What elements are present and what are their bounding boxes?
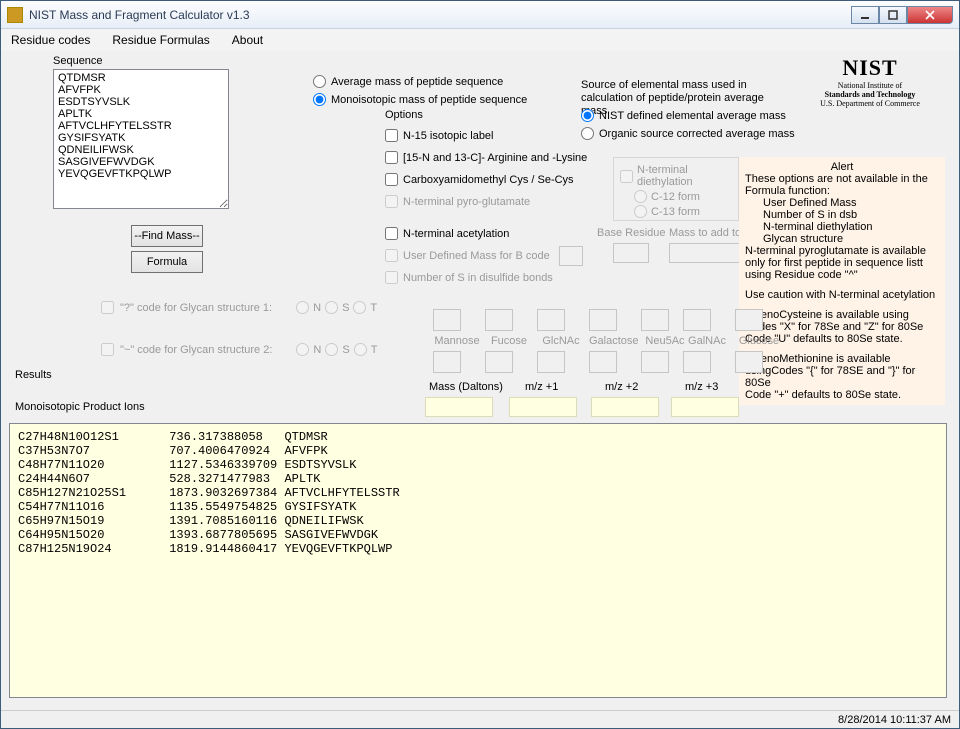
statusbar: 8/28/2014 10:11:37 AM xyxy=(1,710,959,728)
mz3-box[interactable] xyxy=(671,397,739,417)
minimize-button[interactable] xyxy=(851,6,879,24)
results-output[interactable]: C27H48N10O12S1 736.317388058 QTDMSR C37H… xyxy=(9,423,947,698)
nist-logo: NIST National Institute of Standards and… xyxy=(795,55,945,108)
radio-average-mass[interactable]: Average mass of peptide sequence xyxy=(313,75,503,88)
box-fucose-1 xyxy=(485,309,513,331)
box-galnac-1 xyxy=(683,309,711,331)
base-residue-input xyxy=(613,243,649,263)
radio-nist-source[interactable]: NIST defined elemental average mass xyxy=(581,109,786,122)
box-glucose-1 xyxy=(735,309,763,331)
menu-residue-codes[interactable]: Residue codes xyxy=(11,33,90,47)
mass-to-add-input xyxy=(669,243,749,263)
find-mass-button[interactable]: --Find Mass-- xyxy=(131,225,203,247)
titlebar[interactable]: NIST Mass and Fragment Calculator v1.3 xyxy=(1,1,959,29)
nterm-diethyl-group: N-terminal diethylation C-12 form C-13 f… xyxy=(613,157,739,221)
box-glcnac-1 xyxy=(537,309,565,331)
check-n15c13[interactable]: [15-N and 13-C]- Arginine and -Lysine xyxy=(385,151,587,164)
box-fucose-2 xyxy=(485,351,513,373)
box-neu5ac-1 xyxy=(641,309,669,331)
app-icon xyxy=(7,7,23,23)
mass-daltons-header: Mass (Daltons) xyxy=(429,381,503,393)
check-acetylation[interactable]: N-terminal acetylation xyxy=(385,227,509,240)
sequence-input[interactable]: QTDMSR AFVFPK ESDTSYVSLK APLTK AFTVCLHFY… xyxy=(53,69,229,209)
box-galactose-2 xyxy=(589,351,617,373)
radio-g1-n xyxy=(296,301,309,314)
mz3-header: m/z +3 xyxy=(685,381,718,393)
mass-daltons-box[interactable] xyxy=(425,397,493,417)
results-label: Results xyxy=(15,369,52,381)
sugar-grid-right: GalNAcGlucose xyxy=(683,309,783,373)
client-area: Sequence QTDMSR AFVFPK ESDTSYVSLK APLTK … xyxy=(1,51,959,710)
maximize-button[interactable] xyxy=(879,6,907,24)
box-glucose-2 xyxy=(735,351,763,373)
check-disulfide: Number of S in disulfide bonds xyxy=(385,271,553,284)
options-header: Options xyxy=(385,109,423,121)
radio-c12 xyxy=(634,190,647,203)
window-title: NIST Mass and Fragment Calculator v1.3 xyxy=(29,8,851,22)
glycan-row-2: "~" code for Glycan structure 2: N S T xyxy=(101,343,377,356)
app-window: NIST Mass and Fragment Calculator v1.3 R… xyxy=(0,0,960,729)
formula-button[interactable]: Formula xyxy=(131,251,203,273)
box-galactose-1 xyxy=(589,309,617,331)
mz2-header: m/z +2 xyxy=(605,381,638,393)
check-carbox[interactable]: Carboxyamidomethyl Cys / Se-Cys xyxy=(385,173,574,186)
menu-residue-formulas[interactable]: Residue Formulas xyxy=(112,33,209,47)
menubar: Residue codes Residue Formulas About xyxy=(1,29,959,51)
box-mannose-1 xyxy=(433,309,461,331)
radio-monoisotopic-mass[interactable]: Monoisotopic mass of peptide sequence xyxy=(313,93,527,106)
box-neu5ac-2 xyxy=(641,351,669,373)
check-nterm-diethyl xyxy=(620,170,633,183)
check-pyro: N-terminal pyro-glutamate xyxy=(385,195,530,208)
radio-c13 xyxy=(634,205,647,218)
radio-g1-s xyxy=(325,301,338,314)
mz2-box[interactable] xyxy=(591,397,659,417)
check-glycan2 xyxy=(101,343,114,356)
radio-g2-n xyxy=(296,343,309,356)
check-user-b: User Defined Mass for B code xyxy=(385,249,550,262)
glycan-row-1: "?" code for Glycan structure 1: N S T xyxy=(101,301,377,314)
base-residue-label: Base Residue xyxy=(597,227,666,239)
check-glycan1 xyxy=(101,301,114,314)
sequence-label: Sequence xyxy=(53,55,103,67)
status-datetime: 8/28/2014 10:11:37 AM xyxy=(838,714,951,726)
radio-g1-t xyxy=(353,301,366,314)
user-b-value xyxy=(559,246,583,266)
mono-ions-label: Monoisotopic Product Ions xyxy=(15,401,145,413)
box-glcnac-2 xyxy=(537,351,565,373)
mz1-box[interactable] xyxy=(509,397,577,417)
box-mannose-2 xyxy=(433,351,461,373)
close-button[interactable] xyxy=(907,6,953,24)
menu-about[interactable]: About xyxy=(232,33,263,47)
box-galnac-2 xyxy=(683,351,711,373)
check-n15[interactable]: N-15 isotopic label xyxy=(385,129,494,142)
mz1-header: m/z +1 xyxy=(525,381,558,393)
radio-g2-s xyxy=(325,343,338,356)
radio-g2-t xyxy=(354,343,367,356)
sugar-grid-left: MannoseFucoseGlcNAcGalactoseNeu5Ac xyxy=(433,309,689,373)
radio-organic-source[interactable]: Organic source corrected average mass xyxy=(581,127,795,140)
